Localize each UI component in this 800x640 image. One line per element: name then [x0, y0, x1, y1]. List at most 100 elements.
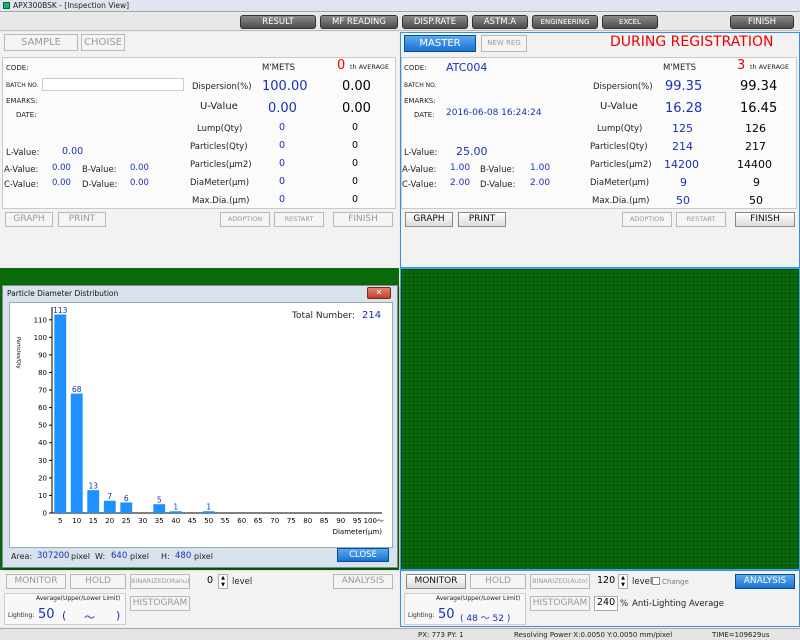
- menu-engineering[interactable]: ENGINEERING: [532, 15, 598, 29]
- x-tick-label: 5: [58, 517, 62, 525]
- right-analysis-button[interactable]: ANALYSIS: [735, 574, 795, 589]
- left-binarized-button[interactable]: BINARIZED(Manu): [130, 574, 190, 589]
- right-print-button[interactable]: PRINT: [458, 212, 506, 227]
- d-value: 0.00: [130, 178, 149, 188]
- change-checkbox[interactable]: [652, 577, 660, 585]
- left-histogram-button[interactable]: HISTOGRAM: [130, 596, 190, 611]
- x-tick-label: 70: [270, 517, 279, 525]
- left-hold-button[interactable]: HOLD: [70, 574, 126, 589]
- right-row-lump-avg: 126: [745, 122, 766, 135]
- menu-astm[interactable]: ASTM.A: [472, 15, 528, 29]
- x-tick-label: 30: [138, 517, 147, 525]
- right-row-diameter-label: DiaMeter(μm): [590, 178, 650, 188]
- x-tick-label: 80: [303, 517, 312, 525]
- menu-disp-rate[interactable]: DISP.RATE: [402, 15, 468, 29]
- x-tick-label: 65: [254, 517, 263, 525]
- right-row-diameter-avg: 9: [753, 176, 760, 189]
- mmets-header: M'METS: [262, 63, 295, 73]
- right-lighting-value: 50: [438, 607, 455, 622]
- right-monitor-button[interactable]: MONITOR: [406, 574, 466, 589]
- date-label: DATE:: [16, 111, 37, 119]
- left-print-button[interactable]: PRINT: [58, 212, 106, 227]
- right-row-maxdia-label: Max.Dia.(μm): [592, 196, 650, 206]
- x-axis-label: Diameter(μm): [333, 528, 383, 536]
- status-px-py: PX: 773 PY: 1: [418, 631, 464, 639]
- menu-bar: RESULT MF READING DISP.RATE ASTM.A ENGIN…: [0, 13, 800, 31]
- bar: [153, 504, 166, 513]
- choise-button[interactable]: CHOISE: [81, 34, 125, 51]
- bar-value-label: 1: [206, 503, 211, 512]
- right-row-particles-um2-avg: 14400: [737, 158, 772, 171]
- registration-status: DURING REGISTRATION: [610, 34, 774, 50]
- right-histogram-button[interactable]: HISTOGRAM: [530, 596, 590, 611]
- right-batch-label: BATCH NO.: [404, 82, 437, 89]
- left-level-spinner-icon[interactable]: ▲ ▼: [218, 574, 228, 589]
- y-tick-label: 60: [38, 404, 47, 412]
- area-value: 307200: [37, 551, 70, 561]
- bar-value-label: 113: [53, 306, 68, 315]
- anti-lighting-value: 240: [597, 597, 616, 608]
- y-tick-label: 0: [43, 510, 47, 518]
- dialog-close-icon[interactable]: ✕: [367, 287, 391, 299]
- x-tick-label: 40: [171, 517, 180, 525]
- new-reg-button[interactable]: NEW REG: [481, 35, 527, 52]
- right-row-diameter-mmets: 9: [680, 176, 687, 189]
- bar: [54, 314, 67, 513]
- right-row-maxdia-mmets: 50: [676, 194, 690, 207]
- x-tick-label: 35: [155, 517, 164, 525]
- right-hold-button[interactable]: HOLD: [470, 574, 526, 589]
- x-tick-label: 45: [188, 517, 197, 525]
- sample-button[interactable]: SAMPLE: [4, 34, 78, 51]
- left-restart-button[interactable]: RESTART: [274, 212, 324, 227]
- bar: [70, 393, 83, 513]
- row-uvalue-mmets: 0.00: [268, 101, 297, 116]
- left-adoption-button[interactable]: ADOPTION: [220, 212, 270, 227]
- anti-lighting-unit: %: [620, 599, 629, 609]
- y-tick-label: 20: [38, 474, 47, 482]
- c-value: 0.00: [52, 178, 71, 188]
- row-dispersion-avg: 0.00: [342, 79, 371, 94]
- left-analysis-button[interactable]: ANALYSIS: [333, 574, 393, 589]
- right-level-value[interactable]: 120: [597, 575, 615, 586]
- right-finish-button[interactable]: FINISH: [735, 212, 795, 227]
- menu-mf-reading[interactable]: MF READING: [320, 15, 398, 29]
- x-tick-label: 90: [336, 517, 345, 525]
- right-b-value-label: B-Value:: [480, 165, 515, 175]
- right-adoption-button[interactable]: ADOPTION: [622, 212, 672, 227]
- right-restart-button[interactable]: RESTART: [676, 212, 726, 227]
- status-bar: PX: 773 PY: 1 Resolving Power X:0.0050 Y…: [0, 628, 800, 640]
- row-maxdia-label: Max.Dia.(μm): [192, 196, 250, 206]
- left-monitor-button[interactable]: MONITOR: [6, 574, 66, 589]
- right-b-value: 1.00: [530, 163, 551, 173]
- x-tick-label: 95: [353, 517, 362, 525]
- left-graph-button[interactable]: GRAPH: [5, 212, 53, 227]
- window-title: APX300BSK - [Inspection View]: [13, 1, 130, 10]
- right-level-spinner-icon[interactable]: ▲ ▼: [618, 574, 628, 589]
- bar-value-label: 7: [107, 492, 112, 501]
- y-tick-label: 90: [38, 351, 47, 359]
- dialog-close-button[interactable]: CLOSE: [337, 548, 389, 562]
- right-row-dispersion-avg: 99.34: [740, 79, 778, 94]
- menu-excel[interactable]: EXCEL: [602, 15, 658, 29]
- menu-result[interactable]: RESULT: [240, 15, 316, 29]
- x-tick-label: 15: [89, 517, 98, 525]
- right-binarized-button[interactable]: BINARIZED(Auto): [530, 574, 590, 589]
- menu-finish[interactable]: FINISH: [730, 15, 794, 29]
- anti-lighting-label: Anti-Lighting Average: [632, 599, 724, 609]
- right-graph-button[interactable]: GRAPH: [405, 212, 453, 227]
- right-date-label: DATE:: [414, 111, 435, 119]
- left-level-value[interactable]: 0: [207, 575, 213, 586]
- status-resolving-power: Resolving Power X:0.0050 Y:0.0050 mm/pix…: [514, 631, 673, 639]
- left-finish-button[interactable]: FINISH: [333, 212, 393, 227]
- th-average-label: th AVERAGE: [350, 63, 390, 71]
- right-code-label: CODE:: [404, 64, 427, 72]
- right-l-value-label: L-Value:: [404, 148, 438, 158]
- bar-value-label: 68: [72, 385, 82, 394]
- chart-area: 0 10 20 30 40 50 60 70 80 90 100 110 Particles/Qty 11…: [9, 302, 393, 548]
- bar: [120, 502, 133, 513]
- master-button[interactable]: MASTER: [404, 35, 476, 52]
- row-diameter-mmets: 0: [279, 176, 286, 187]
- right-camera-view: [400, 268, 800, 570]
- row-maxdia-avg: 0: [352, 194, 359, 205]
- batch-field[interactable]: [42, 78, 184, 91]
